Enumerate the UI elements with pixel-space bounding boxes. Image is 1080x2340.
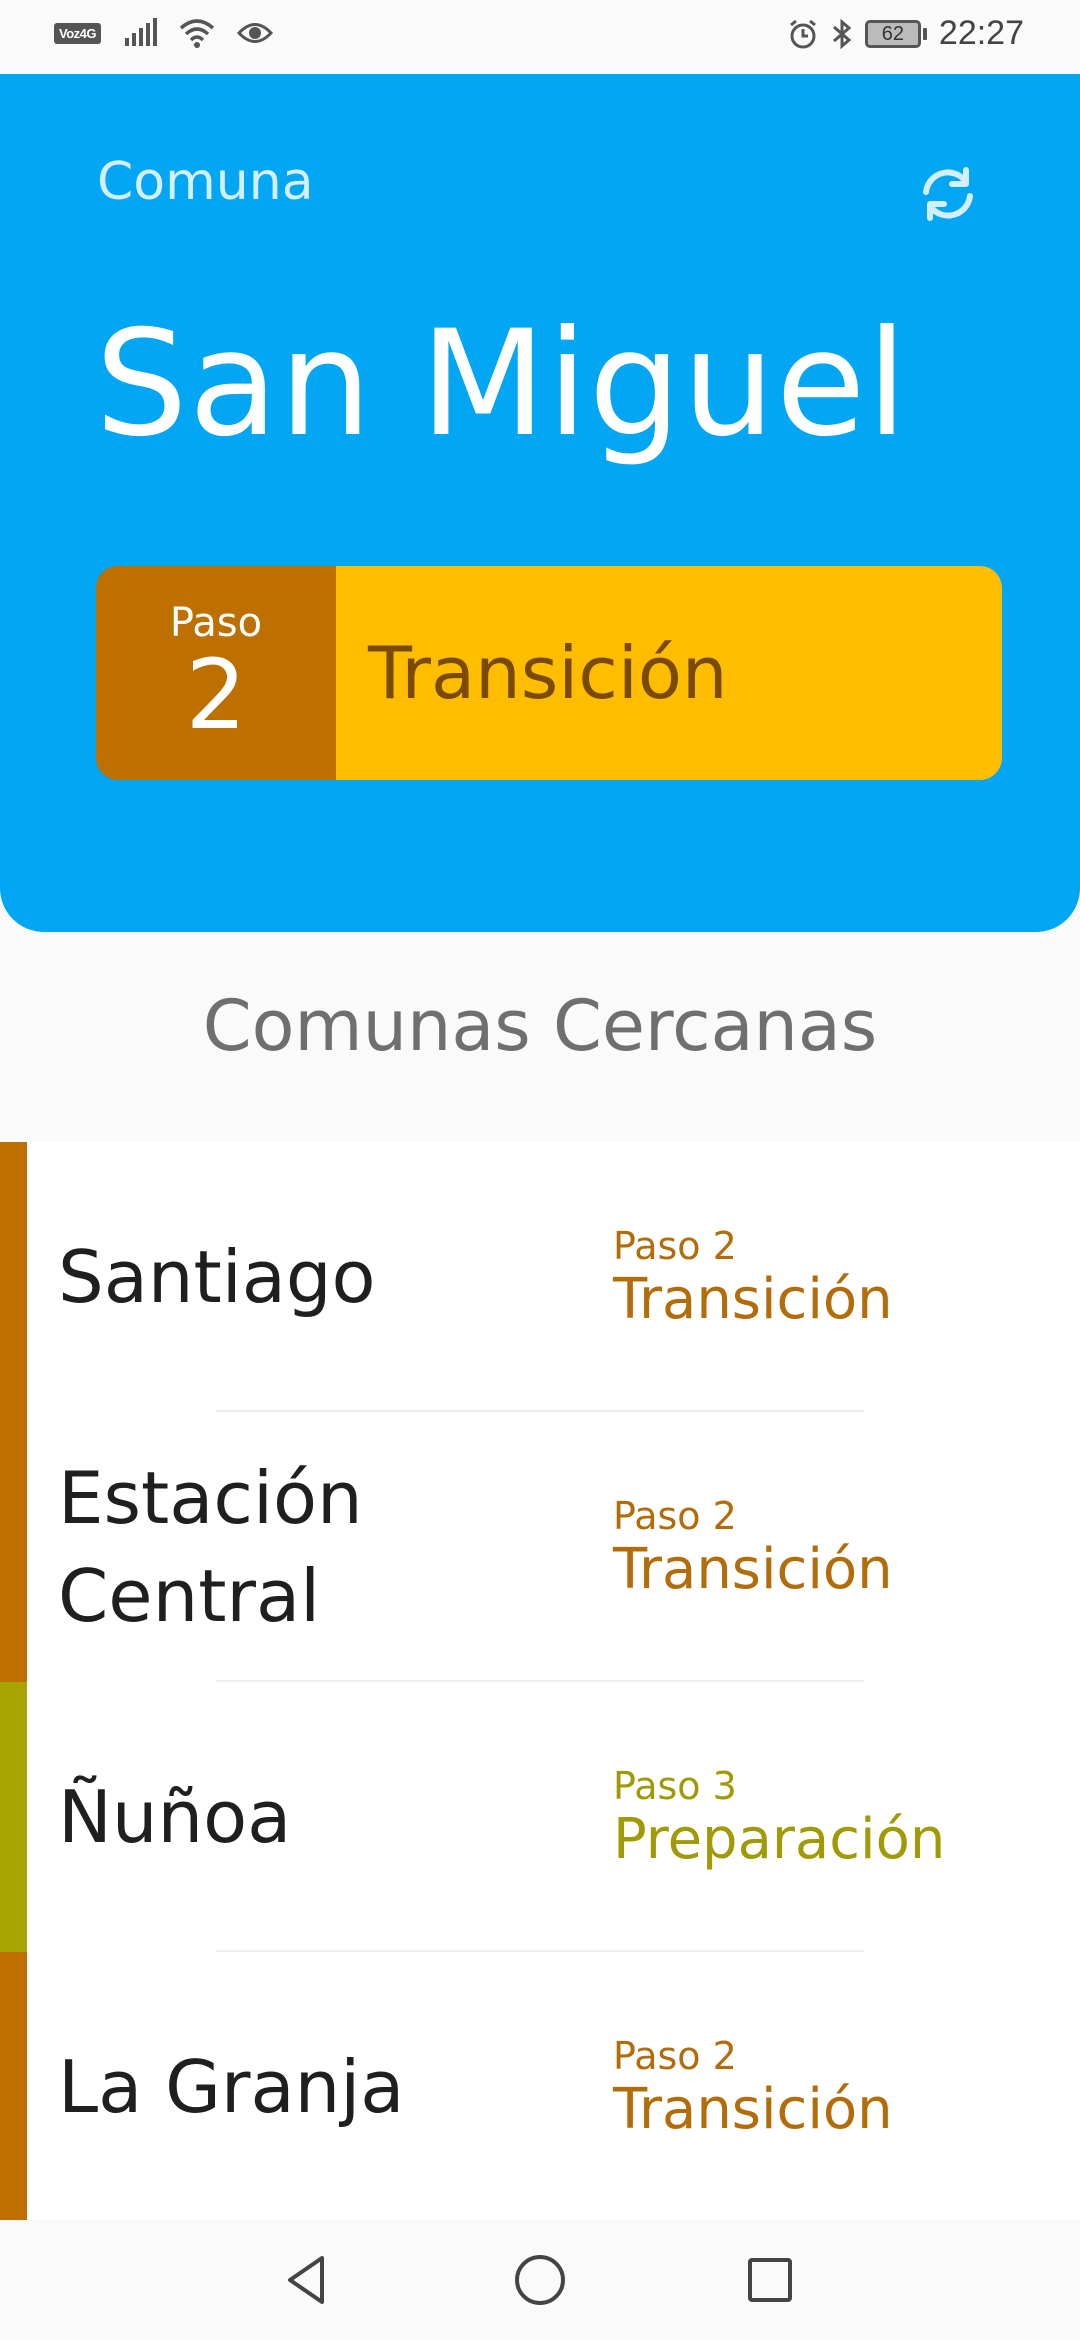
- list-item[interactable]: Estación Central Paso 2 Transición: [0, 1412, 1080, 1682]
- status-bar: Voz4G 62 22:27: [0, 0, 1080, 74]
- wifi-icon: [179, 19, 215, 48]
- stage-text: Transición: [613, 1267, 893, 1332]
- phase-color-bar: [0, 1412, 27, 1682]
- paso-text: Paso 2: [613, 1224, 737, 1268]
- list-item[interactable]: Ñuñoa Paso 3 Preparación: [0, 1682, 1080, 1952]
- refresh-icon[interactable]: [912, 158, 984, 230]
- nearby-list: Santiago Paso 2 Transición Estación Cent…: [0, 1142, 1080, 2220]
- navigation-bar: [0, 2220, 1080, 2340]
- alarm-icon: [789, 19, 816, 48]
- phase-step-box: Paso 2: [96, 566, 336, 780]
- comuna-label: Comuna: [97, 152, 314, 212]
- comuna-name: Ñuñoa: [58, 1775, 292, 1859]
- current-comuna-card: Comuna San Miguel Paso 2 Transición: [0, 74, 1080, 932]
- section-title: Comunas Cercanas: [202, 985, 878, 1067]
- paso-text: Paso 3: [613, 1764, 737, 1808]
- phase-color-bar: [0, 1952, 27, 2220]
- home-icon[interactable]: [508, 2248, 572, 2312]
- paso-text: Paso 2: [613, 2034, 737, 2078]
- phase-banner: Paso 2 Transición: [96, 566, 1002, 780]
- battery-icon: 62: [864, 19, 927, 48]
- clock: 22:27: [938, 14, 1024, 52]
- list-item[interactable]: Santiago Paso 2 Transición: [0, 1142, 1080, 1412]
- list-item[interactable]: La Granja Paso 2 Transición: [0, 1952, 1080, 2220]
- eye-icon: [237, 23, 273, 43]
- paso-number: 2: [185, 639, 247, 751]
- recents-icon[interactable]: [738, 2248, 802, 2312]
- battery-level: 62: [864, 19, 921, 48]
- phase-status: Paso 2 Transición: [613, 1412, 893, 1682]
- phase-status: Paso 2 Transición: [613, 1142, 893, 1412]
- phase-color-bar: [0, 1682, 27, 1952]
- comuna-name: Santiago: [58, 1235, 376, 1319]
- network-badge: Voz4G: [54, 22, 101, 44]
- phase-color-bar: [0, 1142, 27, 1412]
- stage-text: Transición: [613, 2077, 893, 2142]
- signal-icon: [125, 18, 157, 46]
- bluetooth-icon: [832, 18, 852, 49]
- comuna-name: Estación Central: [58, 1456, 363, 1638]
- comuna-name: San Miguel: [95, 299, 909, 469]
- phase-status: Paso 3 Preparación: [613, 1682, 945, 1952]
- phase-status: Paso 2 Transición: [613, 1952, 893, 2220]
- stage-text: Transición: [613, 1537, 893, 1602]
- comuna-name: La Granja: [58, 2045, 405, 2129]
- back-icon[interactable]: [276, 2248, 340, 2312]
- paso-text: Paso 2: [613, 1494, 737, 1538]
- stage-text: Preparación: [613, 1807, 946, 1872]
- phase-stage: Transición: [336, 566, 1002, 780]
